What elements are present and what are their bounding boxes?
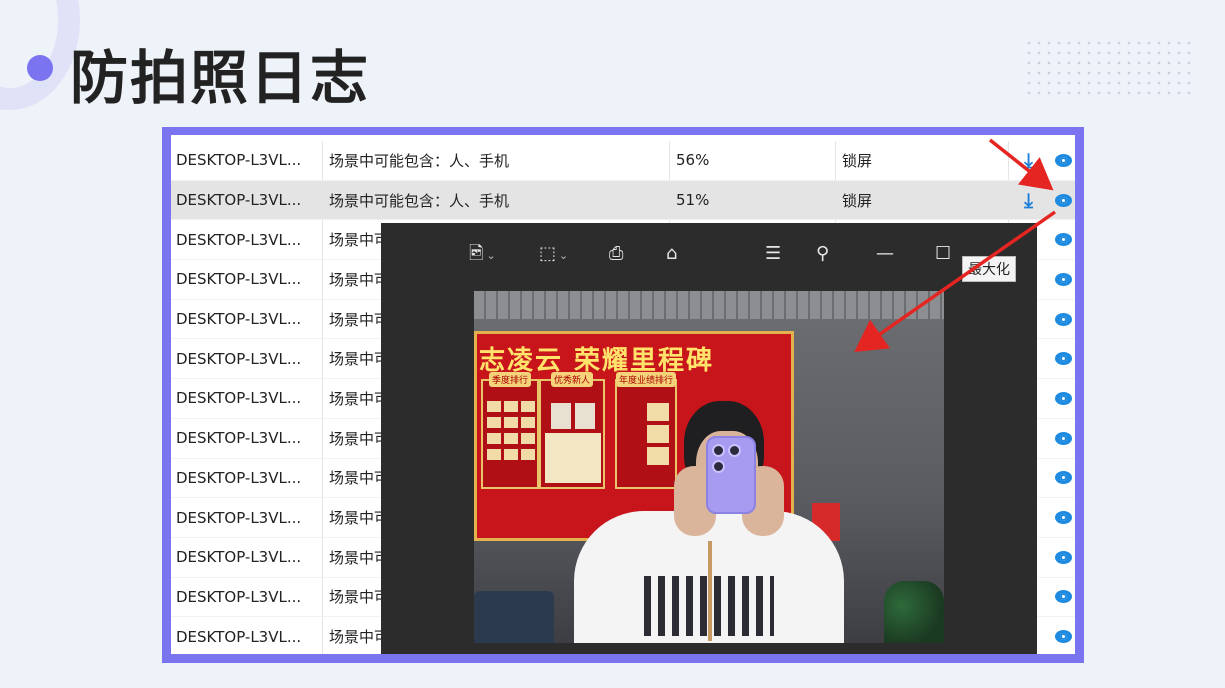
decorative-dot-grid bbox=[1024, 38, 1194, 100]
photo-panel-caption: 季度排行 bbox=[488, 372, 532, 387]
menu-icon[interactable]: ☰ bbox=[765, 243, 781, 265]
minimize-icon[interactable]: — bbox=[876, 243, 894, 265]
description-cell: 场景中可能包含：人、手机 bbox=[322, 180, 662, 220]
view-eye-icon[interactable] bbox=[1054, 391, 1072, 405]
photo-board-panel: 优秀新人 bbox=[539, 372, 605, 489]
host-cell: DESKTOP-L3VL... bbox=[176, 230, 302, 249]
view-cell bbox=[1051, 419, 1075, 458]
screenshot-frame: DESKTOP-L3VL... 场景中可能包含：人、手机 56% 锁屏 ⤓ DESKTOP… bbox=[162, 127, 1084, 663]
pin-icon[interactable]: ⚲ bbox=[816, 243, 829, 265]
view-cell bbox=[1051, 459, 1075, 498]
host-cell: DESKTOP-L3VL... bbox=[176, 587, 302, 606]
share-icon[interactable]: ⌂ bbox=[666, 243, 677, 265]
photo-phone bbox=[706, 436, 756, 514]
view-cell bbox=[1051, 379, 1075, 418]
action-cell: 锁屏 bbox=[835, 141, 1005, 180]
photo-panel-caption: 优秀新人 bbox=[550, 372, 594, 387]
print-icon[interactable]: ⎙ bbox=[609, 243, 623, 265]
host-cell: DESKTOP-L3VL... bbox=[176, 548, 302, 567]
view-eye-icon[interactable] bbox=[1054, 153, 1072, 167]
log-window: DESKTOP-L3VL... 场景中可能包含：人、手机 56% 锁屏 ⤓ DESKTOP… bbox=[171, 135, 1075, 654]
view-cell bbox=[1051, 538, 1075, 577]
download-cell: ⤓ bbox=[1008, 141, 1048, 180]
view-cell bbox=[1051, 578, 1075, 617]
photo-chair bbox=[474, 591, 554, 643]
download-cell: ⤓ bbox=[1008, 180, 1048, 220]
view-eye-icon[interactable] bbox=[1054, 590, 1072, 604]
photo-plant bbox=[884, 581, 944, 643]
photo-panel-caption: 年度业绩排行 bbox=[615, 372, 677, 387]
photo-viewer-window: 🖻 ⌄ ⬚ ⌄ ⎙ ⌂ ☰ ⚲ — ☐ 最大化 志凌云 荣耀里程碑 季度排行 优… bbox=[381, 223, 1037, 654]
view-eye-icon[interactable] bbox=[1054, 352, 1072, 366]
photo-board-panel: 季度排行 bbox=[481, 372, 539, 489]
captured-photo: 志凌云 荣耀里程碑 季度排行 优秀新人 年度业绩排行 bbox=[474, 291, 944, 643]
view-eye-icon[interactable] bbox=[1054, 550, 1072, 564]
view-eye-icon[interactable] bbox=[1054, 471, 1072, 485]
crop-rotate-icon[interactable]: ⬚ ⌄ bbox=[539, 243, 568, 267]
view-cell bbox=[1051, 339, 1075, 378]
maximize-tooltip: 最大化 bbox=[962, 256, 1016, 282]
view-cell bbox=[1051, 300, 1075, 339]
host-cell: DESKTOP-L3VL... bbox=[176, 389, 302, 408]
host-cell: DESKTOP-L3VL... bbox=[176, 468, 302, 487]
view-eye-icon[interactable] bbox=[1054, 272, 1072, 286]
host-cell: DESKTOP-L3VL... bbox=[176, 627, 302, 646]
description-cell: 场景中可能包含：人、手机 bbox=[322, 141, 662, 180]
view-eye-icon[interactable] bbox=[1054, 511, 1072, 525]
view-eye-icon[interactable] bbox=[1054, 431, 1072, 445]
host-cell: DESKTOP-L3VL... bbox=[176, 151, 302, 170]
maximize-icon[interactable]: ☐ bbox=[935, 243, 951, 265]
photo-ceiling bbox=[474, 291, 944, 319]
host-cell: DESKTOP-L3VL... bbox=[176, 191, 302, 210]
photo-zipper bbox=[708, 541, 712, 641]
edit-image-icon[interactable]: 🖻 ⌄ bbox=[469, 243, 496, 267]
host-cell: DESKTOP-L3VL... bbox=[176, 429, 302, 448]
host-cell: DESKTOP-L3VL... bbox=[176, 310, 302, 329]
view-cell bbox=[1051, 498, 1075, 537]
view-cell bbox=[1051, 220, 1075, 259]
host-cell: DESKTOP-L3VL... bbox=[176, 270, 302, 289]
download-icon[interactable]: ⤓ bbox=[1024, 148, 1033, 172]
view-cell bbox=[1051, 181, 1075, 220]
download-icon[interactable]: ⤓ bbox=[1024, 188, 1033, 212]
host-cell: DESKTOP-L3VL... bbox=[176, 349, 302, 368]
title-bullet-dot bbox=[27, 55, 53, 81]
view-cell bbox=[1051, 260, 1075, 299]
confidence-cell: 51% bbox=[669, 180, 829, 220]
view-eye-icon[interactable] bbox=[1054, 630, 1072, 644]
view-eye-icon[interactable] bbox=[1054, 193, 1072, 207]
view-eye-icon[interactable] bbox=[1054, 312, 1072, 326]
table-row[interactable]: DESKTOP-L3VL... 场景中可能包含：人、手机 56% 锁屏 ⤓ bbox=[171, 141, 1075, 181]
photo-board-panel: 年度业绩排行 bbox=[615, 372, 677, 489]
view-eye-icon[interactable] bbox=[1054, 233, 1072, 247]
action-cell: 锁屏 bbox=[835, 180, 1005, 220]
viewer-toolbar: 🖻 ⌄ ⬚ ⌄ ⎙ ⌂ ☰ ⚲ — ☐ 最大化 bbox=[381, 223, 1037, 285]
page-title: 防拍照日志 bbox=[70, 44, 371, 112]
table-row[interactable]: DESKTOP-L3VL... 场景中可能包含：人、手机 51% 锁屏 ⤓ bbox=[171, 180, 1075, 221]
host-cell: DESKTOP-L3VL... bbox=[176, 508, 302, 527]
confidence-cell: 56% bbox=[669, 141, 829, 180]
view-cell bbox=[1051, 617, 1075, 654]
view-cell bbox=[1051, 141, 1075, 180]
